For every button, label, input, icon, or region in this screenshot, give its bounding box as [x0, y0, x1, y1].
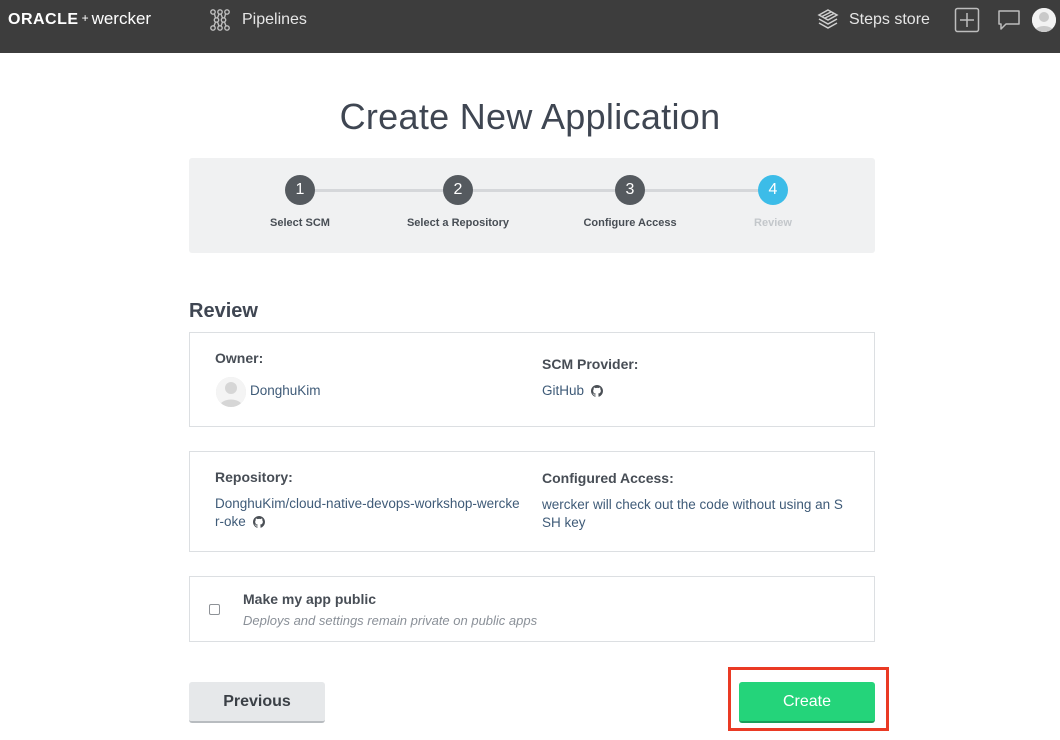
brand-wercker: wercker: [91, 9, 152, 28]
pipelines-label: Pipelines: [242, 11, 307, 28]
wizard-stepper: 1 Select SCM 2 Select a Repository 3 Con…: [189, 158, 875, 253]
owner-label: Owner:: [215, 350, 264, 366]
owner-avatar: [216, 377, 246, 407]
review-heading: Review: [189, 300, 258, 322]
step-label: Review: [754, 217, 792, 229]
make-public-checkbox[interactable]: [209, 604, 220, 615]
user-avatar-icon: [1032, 8, 1056, 32]
step-configure-access[interactable]: 3 Configure Access: [560, 175, 700, 229]
make-public-hint: Deploys and settings remain private on p…: [243, 613, 538, 628]
brand-plus: +: [81, 11, 89, 25]
configured-access-label: Configured Access:: [542, 470, 674, 486]
repository-value-row: DonghuKim/cloud-native-devops-workshop-w…: [215, 495, 520, 531]
github-icon: [590, 385, 603, 397]
step-review: 4 Review: [703, 175, 843, 229]
step-label: Select a Repository: [406, 217, 510, 229]
scm-provider-label: SCM Provider:: [542, 356, 639, 372]
plus-icon: [954, 7, 980, 33]
page-title: Create New Application: [339, 96, 721, 137]
step-number: 3: [615, 175, 645, 205]
step-number: 2: [443, 175, 473, 205]
chat-bubble-icon: [998, 10, 1020, 30]
make-public-label[interactable]: Make my app public: [243, 591, 376, 607]
add-button[interactable]: [954, 7, 980, 38]
configured-access-value: wercker will check out the code without …: [542, 497, 843, 530]
owner-scm-card: Owner: DonghuKim SCM Provider: GitHub: [189, 332, 875, 427]
scm-provider-value-row: GitHub: [542, 382, 603, 400]
feedback-button[interactable]: [996, 7, 1022, 38]
steps-store-label: Steps store: [849, 11, 930, 28]
github-icon: [252, 516, 265, 528]
step-select-repository[interactable]: 2 Select a Repository: [388, 175, 528, 229]
nav-right-group: Steps store: [816, 6, 1060, 34]
repository-access-card: Repository: DonghuKim/cloud-native-devop…: [189, 451, 875, 552]
brand-oracle: ORACLE: [8, 11, 79, 28]
step-number-active: 4: [758, 175, 788, 205]
previous-button[interactable]: Previous: [189, 682, 325, 723]
steps-store-link[interactable]: Steps store: [816, 6, 930, 34]
create-button[interactable]: Create: [739, 682, 875, 723]
top-nav-bar: ORACLE + wercker Pipelines Steps store: [0, 0, 1060, 53]
owner-value[interactable]: DonghuKim: [250, 382, 321, 400]
public-option-card: Make my app public Deploys and settings …: [189, 576, 875, 642]
step-label: Configure Access: [583, 217, 677, 229]
steps-store-icon: [817, 9, 839, 29]
step-label: Select SCM: [270, 217, 330, 229]
nav-pipelines-link[interactable]: Pipelines: [208, 8, 307, 32]
pipelines-icon: [210, 9, 230, 31]
brand-logo[interactable]: ORACLE + wercker: [8, 9, 151, 29]
step-number: 1: [285, 175, 315, 205]
scm-provider-value: GitHub: [542, 383, 585, 398]
repository-label: Repository:: [215, 469, 293, 485]
step-select-scm[interactable]: 1 Select SCM: [230, 175, 370, 229]
user-avatar[interactable]: [1032, 8, 1056, 32]
owner-avatar-icon: [216, 377, 246, 407]
